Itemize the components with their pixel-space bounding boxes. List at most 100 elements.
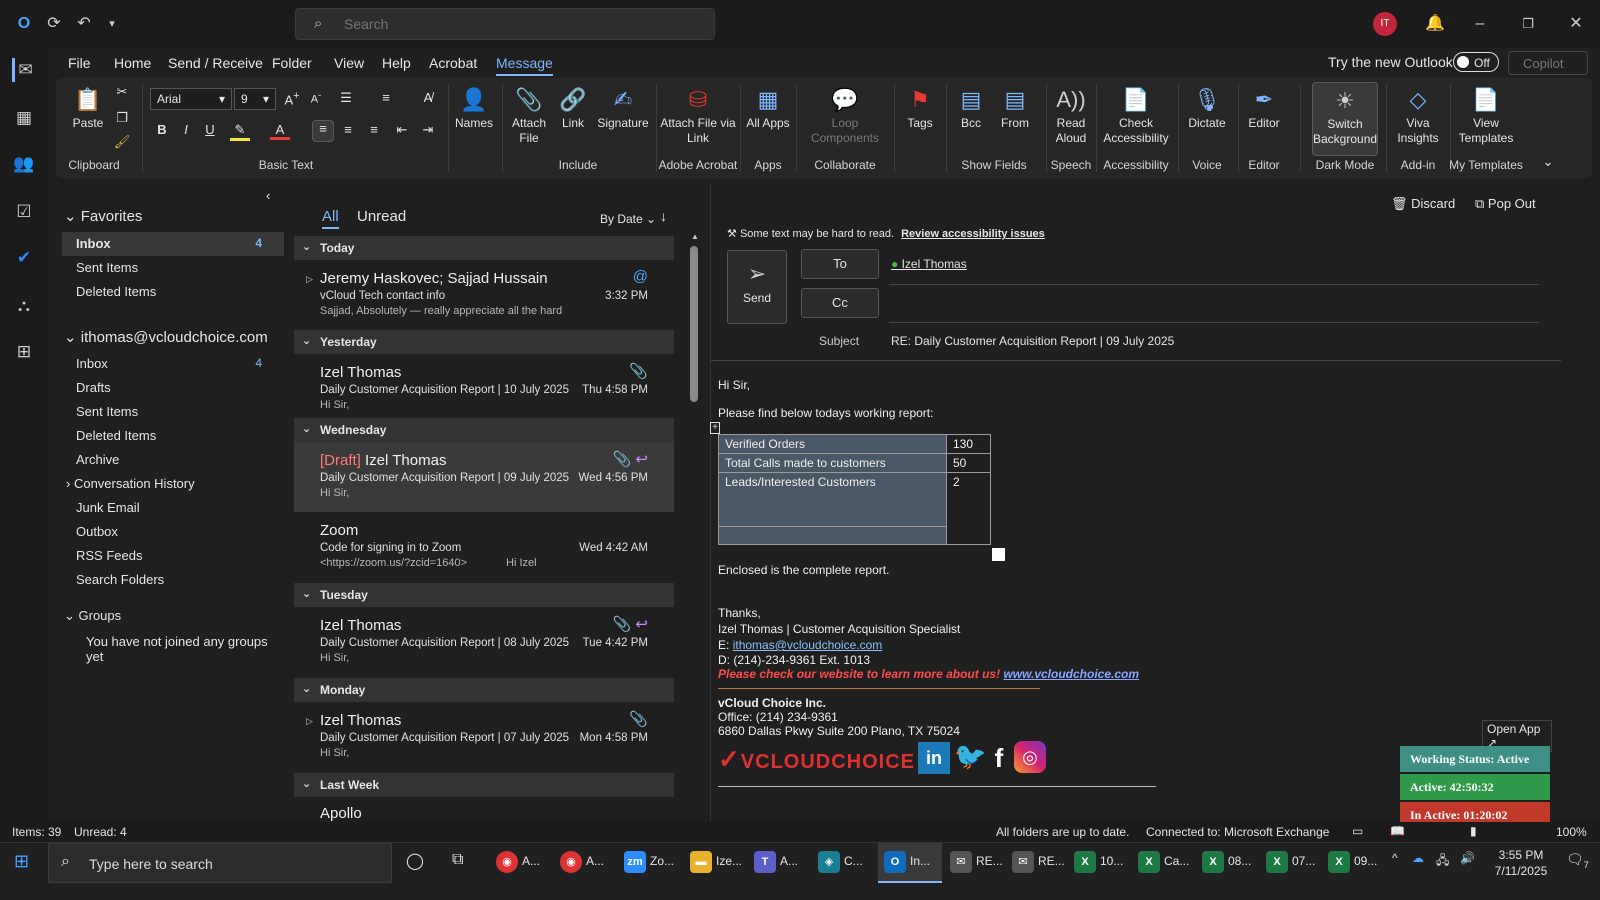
- font-color-icon[interactable]: A: [270, 122, 290, 140]
- twitter-icon[interactable]: 🐦: [954, 740, 986, 772]
- subject-input[interactable]: RE: Daily Customer Acquisition Report | …: [891, 334, 1174, 348]
- folder-conversation-history[interactable]: › Conversation History: [66, 476, 195, 491]
- tab-folder[interactable]: Folder: [272, 55, 312, 71]
- minimize-icon[interactable]: –: [1470, 14, 1490, 34]
- notifications-icon[interactable]: 🗨7: [1566, 851, 1589, 875]
- bullets-icon[interactable]: ☰: [336, 90, 356, 106]
- fav-inbox[interactable]: Inbox 4: [76, 236, 276, 251]
- taskbar-outlook-active[interactable]: O In...: [878, 843, 942, 883]
- table-resize-handle[interactable]: [992, 548, 1005, 561]
- tab-home[interactable]: Home: [114, 55, 151, 71]
- list-item[interactable]: ▷ Izel Thomas 📎 Daily Customer Acquisiti…: [294, 702, 674, 772]
- folder-archive[interactable]: Archive: [76, 452, 119, 467]
- taskbar-app[interactable]: ✉ RE...: [1012, 851, 1065, 875]
- scroll-up-icon[interactable]: ▲: [691, 232, 699, 241]
- font-name-select[interactable]: Arial ▾: [150, 88, 232, 110]
- sync-icon[interactable]: ⟳: [44, 14, 64, 34]
- tasks-icon[interactable]: ☑: [12, 200, 36, 224]
- website-link[interactable]: www.vcloudchoice.com: [1003, 667, 1139, 681]
- search-input[interactable]: [344, 16, 704, 32]
- network-icon[interactable]: 🖧: [1436, 851, 1449, 875]
- customize-toolbar-icon[interactable]: ▾: [102, 14, 122, 34]
- discard-button[interactable]: 🗑 Discard: [1391, 196, 1455, 212]
- message-list-scrollbar[interactable]: ▲ ▼: [688, 232, 700, 832]
- folder-deleted-items[interactable]: Deleted Items: [76, 428, 156, 443]
- restore-icon[interactable]: ❐: [1518, 14, 1538, 34]
- tab-all[interactable]: All: [322, 208, 339, 229]
- read-aloud-button[interactable]: A)) Read Aloud: [1050, 84, 1092, 146]
- folder-rss-feeds[interactable]: RSS Feeds: [76, 548, 142, 563]
- fav-deleted-items[interactable]: Deleted Items: [76, 284, 156, 299]
- list-item[interactable]: Izel Thomas 📎 Daily Customer Acquisition…: [294, 354, 674, 424]
- link-button[interactable]: 🔗 Link: [554, 84, 592, 131]
- linkedin-icon[interactable]: in: [918, 742, 950, 774]
- taskbar-clock[interactable]: 3:55 PM 7/11/2025: [1486, 847, 1556, 879]
- taskbar-app[interactable]: X 07...: [1266, 851, 1315, 875]
- todo-icon[interactable]: ✔: [12, 246, 36, 270]
- increase-indent-icon[interactable]: ⇥: [418, 122, 438, 138]
- mail-icon[interactable]: ✉: [12, 58, 36, 82]
- font-size-select[interactable]: 9 ▾: [234, 88, 276, 110]
- tab-send-receive[interactable]: Send / Receive: [168, 55, 263, 71]
- tab-unread[interactable]: Unread: [357, 208, 406, 225]
- highlight-icon[interactable]: ✎: [230, 122, 250, 141]
- cortana-icon[interactable]: ◯: [406, 851, 424, 875]
- attach-file-button[interactable]: 📎 Attach File: [506, 84, 552, 146]
- signature-email-link[interactable]: ithomas@vcloudchoice.com: [733, 638, 883, 652]
- pop-out-button[interactable]: ⧉ Pop Out: [1475, 196, 1536, 212]
- tab-help[interactable]: Help: [382, 55, 411, 71]
- zoom-slider[interactable]: ▮: [1470, 824, 1477, 838]
- new-outlook-toggle[interactable]: Off: [1453, 52, 1499, 72]
- close-icon[interactable]: ✕: [1566, 14, 1586, 34]
- zoom-level[interactable]: 100%: [1556, 825, 1587, 839]
- group-yesterday[interactable]: ⌄ Yesterday: [294, 330, 674, 354]
- grow-font-icon[interactable]: A+: [282, 90, 302, 107]
- align-right-icon[interactable]: ≡: [364, 122, 384, 137]
- group-last-week[interactable]: ⌄ Last Week: [294, 773, 674, 797]
- sort-direction-icon[interactable]: ↓: [660, 208, 667, 224]
- list-item[interactable]: Zoom Code for signing in to Zoom Wed 4:4…: [294, 512, 674, 582]
- list-item[interactable]: Izel Thomas 📎 ↩ Daily Customer Acquisiti…: [294, 607, 674, 677]
- onedrive-icon[interactable]: ☁: [1412, 851, 1424, 875]
- taskbar-search[interactable]: ⌕ Type here to search: [48, 843, 392, 883]
- normal-view-icon[interactable]: ▭: [1352, 824, 1363, 838]
- taskbar-app[interactable]: X Ca...: [1138, 851, 1189, 875]
- switch-background-button[interactable]: ☀ Switch Background: [1312, 82, 1378, 156]
- viva-insights-button[interactable]: ◇ Viva Insights: [1392, 84, 1444, 146]
- list-item[interactable]: ▷ Jeremy Haskovec; Sajjad Hussain @ vClo…: [294, 260, 674, 330]
- taskbar-app[interactable]: zm Zo...: [624, 851, 674, 875]
- taskbar-app[interactable]: X 09...: [1328, 851, 1377, 875]
- org-icon[interactable]: ⛬: [12, 294, 36, 318]
- format-painter-icon[interactable]: 🖌: [112, 134, 132, 150]
- to-recipient[interactable]: ● Izel Thomas: [891, 257, 967, 271]
- taskbar-app[interactable]: ✉ RE...: [950, 851, 1003, 875]
- group-tuesday[interactable]: ⌄ Tuesday: [294, 583, 674, 607]
- task-view-icon[interactable]: ⧉: [452, 851, 463, 875]
- taskbar-app[interactable]: X 08...: [1202, 851, 1251, 875]
- people-icon[interactable]: 👥: [12, 152, 36, 176]
- bell-icon[interactable]: 🔔: [1425, 14, 1445, 34]
- names-button[interactable]: 👤 Names: [452, 84, 496, 131]
- volume-icon[interactable]: 🔊: [1460, 851, 1475, 875]
- collapse-pane-icon[interactable]: ‹: [266, 188, 270, 203]
- cut-icon[interactable]: ✂: [112, 84, 132, 100]
- taskbar-app[interactable]: X 10...: [1074, 851, 1123, 875]
- favorites-header[interactable]: ⌄ Favorites: [64, 207, 142, 225]
- from-button[interactable]: ▤ From: [994, 84, 1036, 131]
- bcc-button[interactable]: ▤ Bcc: [950, 84, 992, 131]
- send-button[interactable]: ➢ Send: [727, 250, 787, 324]
- attach-via-link-button[interactable]: ⛁ Attach File via Link: [660, 84, 736, 146]
- editor-button[interactable]: ✒ Editor: [1242, 84, 1286, 131]
- tab-view[interactable]: View: [334, 55, 364, 71]
- sort-dropdown[interactable]: By Date ⌄: [600, 212, 656, 226]
- search-box[interactable]: ⌕: [295, 8, 715, 40]
- cc-button[interactable]: Cc: [801, 288, 879, 318]
- numbering-icon[interactable]: ≡: [376, 90, 396, 105]
- ribbon-expand-icon[interactable]: ⌄: [1538, 154, 1558, 170]
- tray-chevron-icon[interactable]: ^: [1392, 851, 1398, 875]
- windows-start-icon[interactable]: ⊞: [14, 851, 29, 875]
- account-header[interactable]: ⌄ ithomas@vcloudchoice.com: [64, 328, 268, 346]
- table-move-handle[interactable]: +: [710, 422, 720, 434]
- align-left-icon[interactable]: ≡: [312, 120, 334, 142]
- loop-components-button[interactable]: 💬 Loop Components: [800, 84, 890, 146]
